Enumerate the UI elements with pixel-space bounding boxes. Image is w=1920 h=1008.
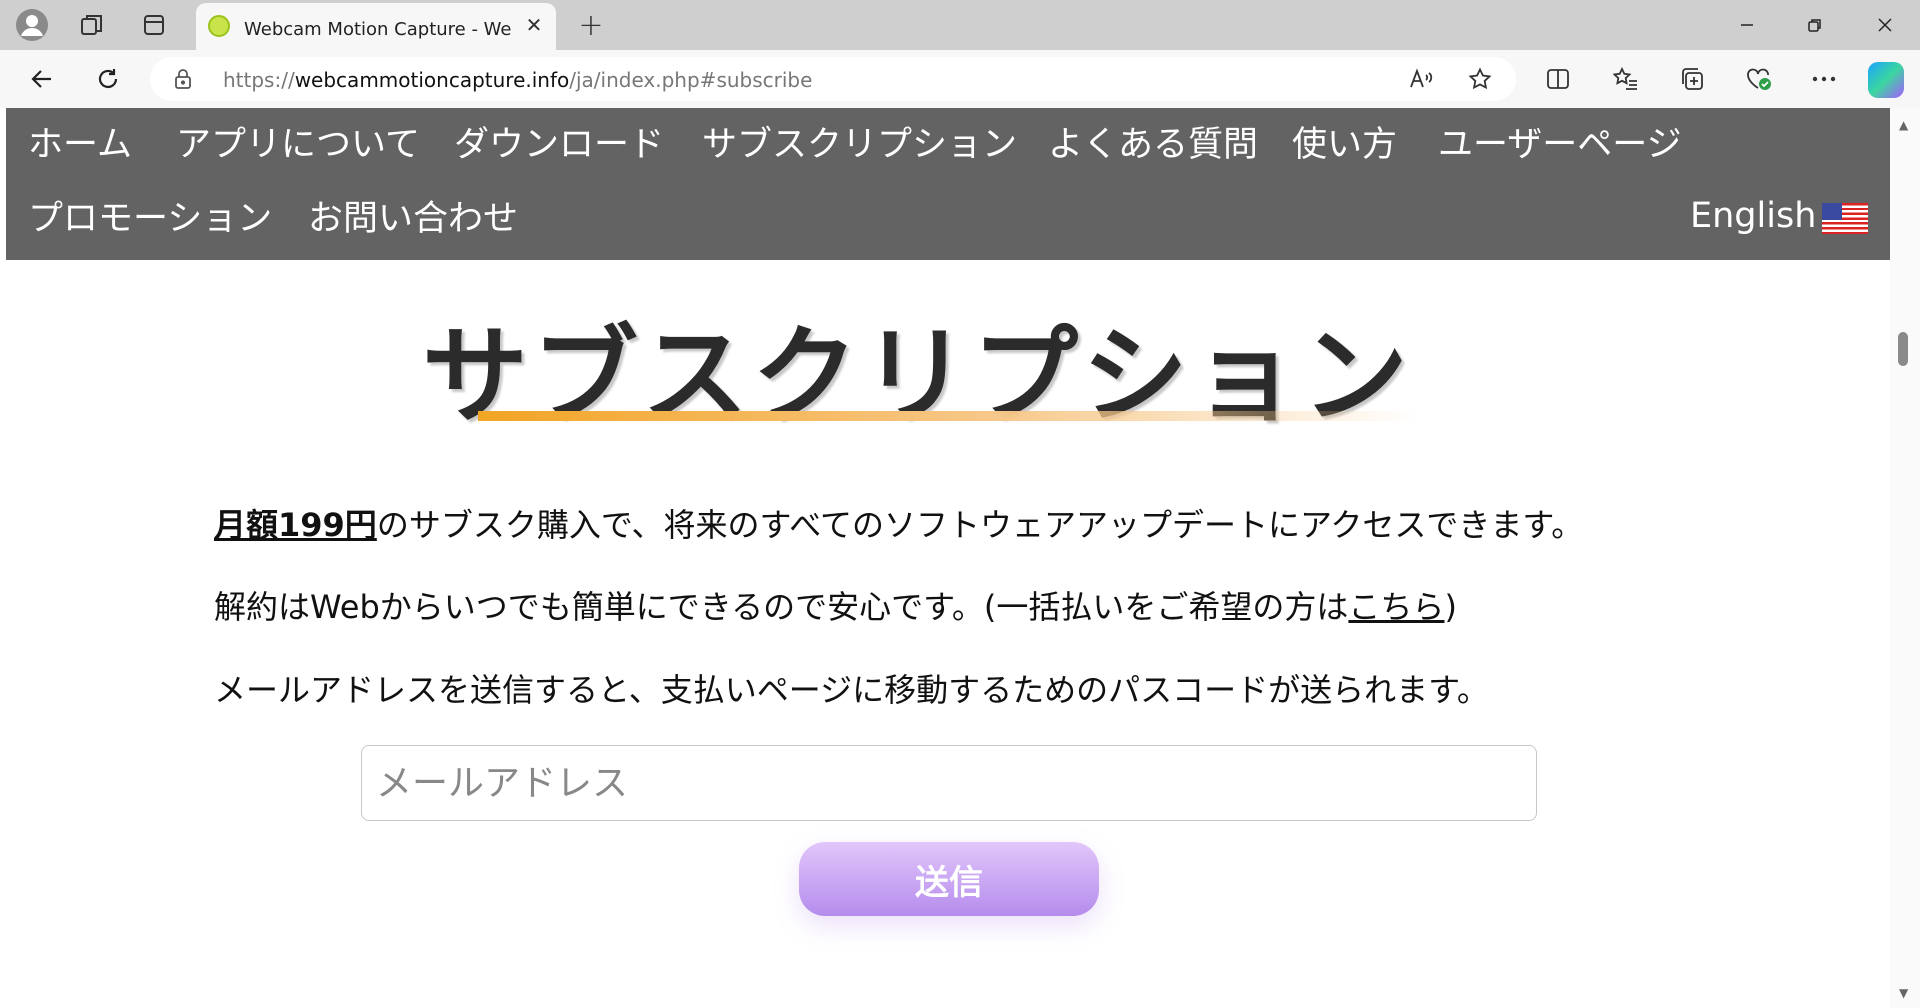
restore-icon[interactable] (1790, 6, 1840, 44)
nav-user-page[interactable]: ユーザーページ (1438, 116, 1682, 167)
browser-tab-strip: Webcam Motion Capture - Webカメラ ✕ + (0, 0, 1920, 51)
nav-home[interactable]: ホーム (28, 116, 132, 167)
back-icon[interactable] (24, 61, 60, 97)
favorite-star-icon[interactable] (1464, 63, 1496, 95)
page-viewport: ホーム アプリについて ダウンロード サブスクリプション よくある質問 使い方 … (0, 108, 1920, 1008)
scroll-down-icon[interactable]: ▼ (1899, 986, 1908, 1000)
nav-contact[interactable]: お問い合わせ (308, 190, 518, 241)
scrollbar-thumb[interactable] (1898, 332, 1908, 366)
nav-faq[interactable]: よくある質問 (1048, 116, 1258, 167)
site-navigation: ホーム アプリについて ダウンロード サブスクリプション よくある質問 使い方 … (6, 108, 1890, 260)
nav-about-app[interactable]: アプリについて (176, 116, 420, 167)
nav-how-to-use[interactable]: 使い方 (1292, 116, 1397, 167)
us-flag-icon[interactable] (1822, 203, 1868, 234)
tab-title: Webcam Motion Capture - Webカメラ (244, 19, 512, 40)
url-host: webcammotioncapture.info (294, 68, 570, 92)
url-text[interactable]: https://webcammotioncapture.info/ja/inde… (223, 68, 812, 92)
title-underline (478, 411, 1418, 421)
paragraph-price: 月額199円のサブスク購入で、将来のすべてのソフトウェアアップデートにアクセスで… (214, 500, 1583, 546)
refresh-icon[interactable] (90, 61, 126, 97)
favorites-icon[interactable] (1609, 62, 1643, 96)
url-scheme: https:// (223, 68, 295, 92)
read-aloud-icon[interactable] (1405, 63, 1437, 95)
subscribe-section: サブスクリプション 月額199円のサブスク購入で、将来のすべてのソフトウェアアッ… (6, 260, 1890, 1008)
copilot-icon[interactable] (1868, 62, 1904, 98)
language-switch[interactable]: English (1690, 196, 1816, 236)
split-screen-icon[interactable] (1541, 62, 1575, 96)
browser-essentials-icon[interactable] (1742, 62, 1776, 96)
minimize-icon[interactable] (1722, 6, 1772, 44)
browser-toolbar: https://webcammotioncapture.info/ja/inde… (0, 50, 1920, 109)
one-time-payment-link[interactable]: こちら (1348, 588, 1444, 626)
email-input[interactable] (361, 745, 1537, 821)
tab-webcam-motion-capture[interactable]: Webcam Motion Capture - Webカメラ ✕ (196, 3, 556, 51)
nav-download[interactable]: ダウンロード (454, 116, 664, 167)
monthly-price: 月額199円 (214, 506, 377, 544)
collections-icon[interactable] (1675, 62, 1709, 96)
paragraph-passcode: メールアドレスを送信すると、支払いページに移動するためのパスコードが送られます。 (214, 671, 1489, 709)
paragraph-price-text: のサブスク購入で、将来のすべてのソフトウェアアップデートにアクセスできます。 (376, 506, 1584, 544)
tab-actions-icon[interactable] (134, 8, 174, 42)
more-options-icon[interactable] (1807, 62, 1841, 96)
page-scrollbar[interactable]: ▲ ▼ (1890, 108, 1920, 1008)
nav-subscription[interactable]: サブスクリプション (702, 116, 1017, 167)
workspaces-icon[interactable] (72, 8, 112, 42)
address-bar[interactable]: https://webcammotioncapture.info/ja/inde… (150, 57, 1516, 101)
url-path: /ja/index.php#subscribe (569, 68, 813, 92)
lock-icon[interactable] (174, 69, 192, 93)
new-tab-button[interactable]: + (574, 8, 608, 43)
profile-icon[interactable] (12, 8, 52, 42)
flag-canton (1822, 203, 1842, 220)
paragraph-cancel-text: 解約はWebからいつでも簡単にできるので安心です。(一括払いをご希望の方は (214, 588, 1349, 626)
scroll-up-icon[interactable]: ▲ (1899, 118, 1908, 132)
nav-promotion[interactable]: プロモーション (28, 190, 272, 241)
paragraph-cancel: 解約はWebからいつでも簡単にできるので安心です。(一括払いをご希望の方はこちら… (214, 582, 1457, 628)
close-window-icon[interactable] (1860, 6, 1910, 44)
close-tab-icon[interactable]: ✕ (520, 11, 548, 39)
submit-button[interactable]: 送信 (799, 842, 1099, 916)
site-favicon-icon (208, 15, 230, 37)
paragraph-cancel-end: ) (1444, 588, 1457, 626)
